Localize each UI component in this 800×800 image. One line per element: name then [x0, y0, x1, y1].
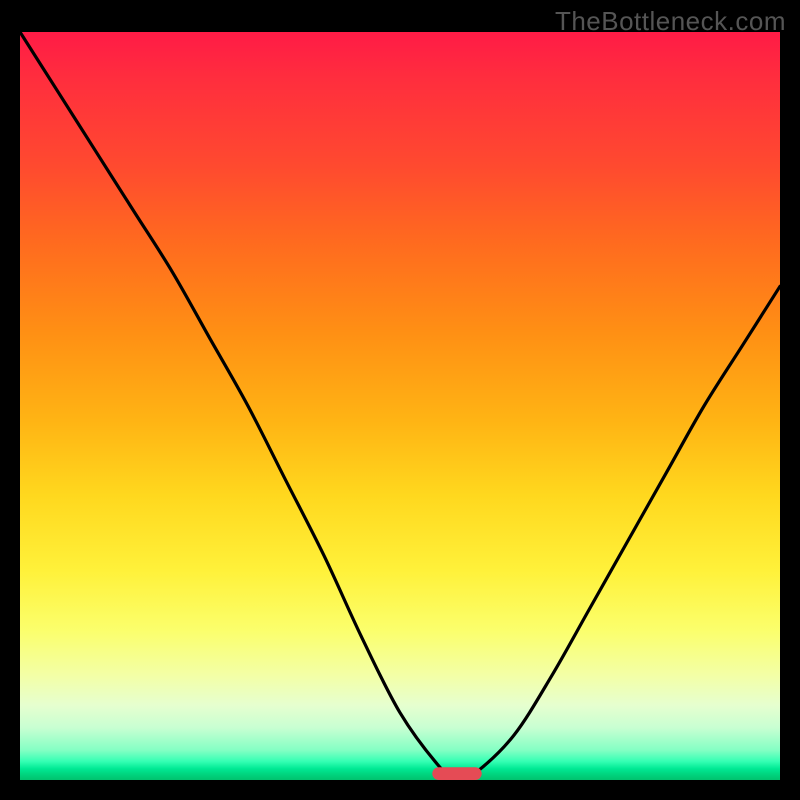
watermark-text: TheBottleneck.com	[555, 6, 786, 37]
chart-frame: TheBottleneck.com	[0, 0, 800, 800]
optimal-marker	[432, 767, 481, 780]
plot-area	[20, 32, 780, 780]
bottleneck-curve	[20, 32, 780, 780]
plot-svg	[20, 32, 780, 780]
